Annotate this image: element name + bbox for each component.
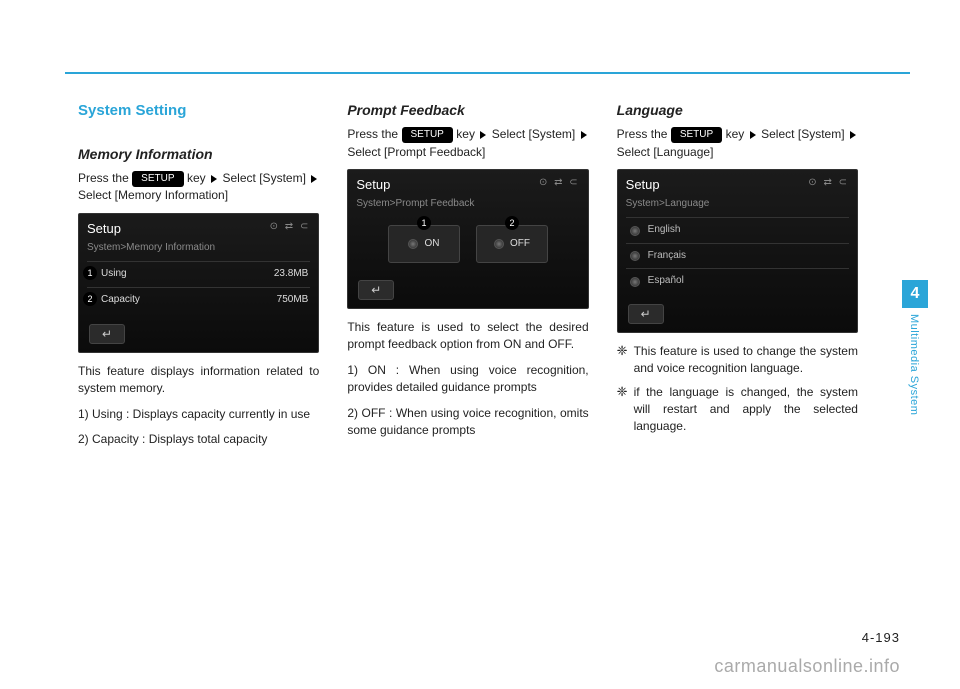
radio-icon [630, 277, 640, 287]
page-content: System Setting Memory Information Press … [78, 100, 858, 456]
triangle-icon [480, 131, 486, 139]
instr-post: key [456, 127, 475, 141]
lang-label: Français [648, 249, 686, 264]
bullet-text: if the language is changed, the system w… [634, 384, 858, 436]
row-label: Using [101, 267, 127, 282]
screen-breadcrumb: System>Prompt Feedback [356, 197, 579, 212]
page-number: 4-193 [862, 630, 900, 645]
desc-prompt: This feature is used to select the desir… [347, 319, 588, 354]
language-list: English Français Español [626, 217, 849, 294]
path-a: Select [System] [761, 127, 844, 141]
row-value: 750MB [277, 293, 309, 308]
desc-memory: This feature displays information relate… [78, 363, 319, 398]
lang-label: English [648, 223, 681, 238]
lang-item: Français [626, 243, 849, 269]
back-button: ↵ [89, 324, 125, 344]
triangle-icon [211, 175, 217, 183]
list-item: 1) ON : When using voice recognition, pr… [347, 362, 588, 397]
setup-key-label: SETUP [402, 127, 453, 144]
screen-title: Setup [87, 221, 121, 236]
list-item: 2) OFF : When using voice recognition, o… [347, 405, 588, 440]
chapter-number: 4 [902, 280, 928, 308]
chapter-title: Multimedia System [902, 314, 920, 415]
path-b: Select [Memory Information] [78, 188, 228, 202]
lang-item: English [626, 217, 849, 243]
instr-pre: Press the [347, 127, 401, 141]
option-on: 1 ON [388, 225, 460, 263]
path-b: Select [Prompt Feedback] [347, 145, 485, 159]
callout-1: 1 [417, 216, 431, 230]
option-label: OFF [510, 237, 530, 252]
subhead-memory: Memory Information [78, 144, 319, 164]
option-off: 2 OFF [476, 225, 548, 263]
column-3: Language Press the SETUP key Select [Sys… [617, 100, 858, 456]
lang-label: Español [648, 274, 684, 289]
triangle-icon [750, 131, 756, 139]
screen-breadcrumb: System>Memory Information [87, 241, 310, 256]
memory-row-capacity: 2 Capacity 750MB [87, 287, 310, 313]
screen-title: Setup [356, 177, 390, 192]
back-button: ↵ [358, 280, 394, 300]
memory-row-using: 1 Using 23.8MB [87, 261, 310, 287]
top-rule [65, 72, 910, 74]
list-memory: 1) Using : Displays capacity currently i… [78, 406, 319, 449]
instr-post: key [726, 127, 745, 141]
bullet-item: ❈ if the language is changed, the system… [617, 384, 858, 436]
screen-status-icons: ⊙ ⇄ ⊂ [539, 176, 580, 191]
bullet-symbol: ❈ [617, 384, 628, 436]
setup-key-label: SETUP [132, 171, 183, 188]
screen-status-icons: ⊙ ⇄ ⊂ [808, 176, 849, 191]
watermark: carmanualsonline.info [714, 656, 900, 677]
instr-pre: Press the [78, 171, 132, 185]
chapter-tab: 4 Multimedia System [902, 280, 928, 415]
instr-post: key [187, 171, 206, 185]
screenshot-memory: Setup ⊙ ⇄ ⊂ System>Memory Information 1 … [78, 213, 319, 353]
instr-pre: Press the [617, 127, 671, 141]
screenshot-language: Setup ⊙ ⇄ ⊂ System>Language English Fran… [617, 169, 858, 333]
subhead-prompt: Prompt Feedback [347, 100, 588, 120]
path-b: Select [Language] [617, 145, 714, 159]
instruction-language: Press the SETUP key Select [System] Sele… [617, 126, 858, 161]
callout-1: 1 [83, 266, 97, 280]
list-prompt: 1) ON : When using voice recognition, pr… [347, 362, 588, 440]
lang-item: Español [626, 268, 849, 294]
screenshot-prompt: Setup ⊙ ⇄ ⊂ System>Prompt Feedback 1 ON … [347, 169, 588, 309]
option-row: 1 ON 2 OFF [356, 225, 579, 263]
screen-breadcrumb: System>Language [626, 197, 849, 212]
screen-status-icons: ⊙ ⇄ ⊂ [270, 220, 311, 235]
instruction-memory: Press the SETUP key Select [System] Sele… [78, 170, 319, 205]
bullet-item: ❈ This feature is used to change the sys… [617, 343, 858, 378]
list-item: 2) Capacity : Displays total capacity [78, 431, 319, 448]
radio-icon [630, 226, 640, 236]
path-a: Select [System] [222, 171, 305, 185]
row-value: 23.8MB [274, 267, 308, 282]
triangle-icon [850, 131, 856, 139]
screen-title-row: Setup ⊙ ⇄ ⊂ [356, 176, 579, 195]
bullet-list-language: ❈ This feature is used to change the sys… [617, 343, 858, 436]
screen-title-row: Setup ⊙ ⇄ ⊂ [626, 176, 849, 195]
radio-icon [630, 251, 640, 261]
bullet-text: This feature is used to change the syste… [634, 343, 858, 378]
bullet-symbol: ❈ [617, 343, 628, 378]
row-label: Capacity [101, 293, 140, 308]
setup-key-label: SETUP [671, 127, 722, 144]
column-1: System Setting Memory Information Press … [78, 100, 319, 456]
option-label: ON [424, 237, 439, 252]
radio-icon [494, 239, 504, 249]
triangle-icon [581, 131, 587, 139]
callout-2: 2 [505, 216, 519, 230]
callout-2: 2 [83, 292, 97, 306]
radio-icon [408, 239, 418, 249]
triangle-icon [311, 175, 317, 183]
section-title: System Setting [78, 100, 319, 122]
screen-title-row: Setup ⊙ ⇄ ⊂ [87, 220, 310, 239]
back-button: ↵ [628, 304, 664, 324]
list-item: 1) Using : Displays capacity currently i… [78, 406, 319, 423]
column-2: Prompt Feedback Press the SETUP key Sele… [347, 100, 588, 456]
instruction-prompt: Press the SETUP key Select [System] Sele… [347, 126, 588, 161]
screen-title: Setup [626, 177, 660, 192]
path-a: Select [System] [492, 127, 575, 141]
subhead-language: Language [617, 100, 858, 120]
